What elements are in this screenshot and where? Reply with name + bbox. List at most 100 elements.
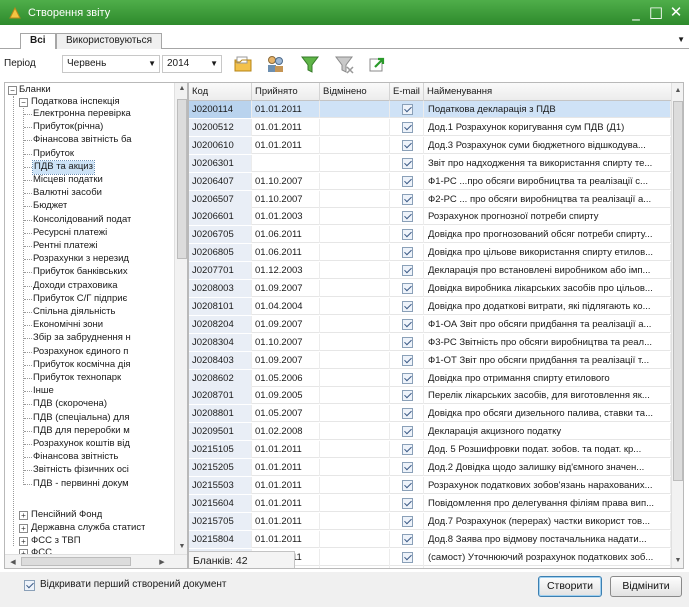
table-row[interactable]: J0215503 01.01.2011 Розрахунок податкових … (189, 476, 673, 494)
tree-item[interactable]: ПДВ - первинні докум (33, 478, 129, 491)
email-checkbox[interactable] (402, 479, 413, 491)
tree-group-stat[interactable]: Державна служба статист (31, 522, 145, 535)
scroll-up-icon[interactable]: ▲ (672, 87, 683, 94)
expand-icon[interactable]: + (19, 537, 28, 546)
open-first-checkbox[interactable] (24, 580, 35, 591)
tree-item[interactable]: Прибуток(річна) (33, 121, 103, 134)
create-button[interactable]: Створити (538, 576, 602, 597)
email-checkbox[interactable] (402, 175, 413, 187)
minimize-button[interactable]: _ (627, 2, 645, 22)
email-checkbox[interactable] (402, 265, 413, 277)
tree-item[interactable]: Консолідований подат (33, 214, 131, 227)
tree-item[interactable]: Бюджет (33, 200, 67, 213)
email-checkbox[interactable] (402, 515, 413, 527)
tree-item[interactable]: Розрахунки з нерезид (33, 253, 129, 266)
scroll-up-icon[interactable]: ▲ (175, 85, 187, 92)
table-row[interactable]: J0215205 01.01.2011 Дод.2 Довідка щодо зал… (189, 459, 673, 476)
table-row[interactable]: J0200114 01.01.2011 Податкова декларація з… (189, 101, 673, 118)
column-code[interactable]: Код (189, 83, 252, 101)
forms-grid[interactable]: Код Прийнято Відмінено E-mail Найменуван… (188, 82, 684, 569)
table-row[interactable]: J0215804 01.01.2011 Дод.8 Заява про відмов… (189, 530, 673, 548)
chevron-down-icon[interactable]: ▼ (677, 35, 685, 44)
tree-item[interactable]: ПДВ для переробки м (33, 425, 130, 438)
table-row[interactable]: J0208204 01.09.2007 Ф1-ОА Звіт про обсяги … (189, 315, 673, 333)
tree-item[interactable]: Прибуток (33, 148, 74, 161)
collapse-icon[interactable]: − (8, 86, 17, 95)
table-row[interactable]: J0206507 01.10.2007 Ф2-РС ... про обсяги в… (189, 190, 673, 208)
tree-item[interactable]: ПДВ (спеціальна) для (33, 412, 129, 425)
scroll-thumb[interactable] (21, 557, 131, 566)
email-checkbox[interactable] (402, 247, 413, 259)
table-row[interactable]: J0215604 01.01.2011 Повідомлення про делег… (189, 494, 673, 512)
filter-icon[interactable] (298, 53, 322, 75)
tree-item[interactable]: Розрахунок єдиного п (33, 346, 128, 359)
tree-item[interactable]: Місцеві податки (33, 174, 103, 187)
email-checkbox[interactable] (402, 426, 413, 438)
table-row[interactable]: J0208403 01.09.2007 Ф1-ОТ Звіт про обсяги … (189, 351, 673, 369)
scroll-thumb[interactable] (177, 99, 187, 259)
grid-vertical-scrollbar[interactable]: ▲ ▼ (671, 83, 683, 568)
table-row[interactable]: J0200610 01.01.2011 Дод.3 Розрахунок суми … (189, 136, 673, 154)
scroll-right-icon[interactable]: ▶ (155, 558, 169, 566)
tree-item-selected[interactable]: ПДВ та акциз (32, 159, 95, 175)
email-checkbox[interactable] (402, 229, 413, 241)
month-select[interactable]: Червень ▼ (62, 55, 160, 73)
table-row[interactable]: J0206601 01.01.2003 Розрахунок прогнозної … (189, 208, 673, 226)
table-row[interactable]: J0208801 01.05.2007 Довідка про обсяги диз… (189, 405, 673, 423)
email-checkbox[interactable] (402, 336, 413, 348)
cancel-button[interactable]: Відмінити (610, 576, 682, 597)
tree-item[interactable]: Фінансова звітність (33, 451, 118, 464)
tree-item[interactable]: Прибуток космічна дія (33, 359, 131, 372)
export-arrow-icon[interactable] (366, 53, 390, 75)
table-row[interactable]: J0208602 01.05.2006 Довідка про отримання … (189, 369, 673, 387)
table-row[interactable]: J0209501 01.02.2008 Декларація акцизного п… (189, 423, 673, 441)
table-row[interactable]: J0208003 01.09.2007 Довідка виробника ліка… (189, 280, 673, 297)
tree-item[interactable]: Збір за забруднення н (33, 332, 131, 345)
column-email[interactable]: E-mail (390, 83, 424, 101)
table-row[interactable]: J0206407 01.10.2007 Ф1-РС ...про обсяги ви… (189, 172, 673, 190)
column-canceled[interactable]: Відмінено (320, 83, 390, 101)
table-row[interactable]: J0215705 01.01.2011 Дод.7 Розрахунок (пере… (189, 512, 673, 530)
scroll-down-icon[interactable]: ▼ (175, 543, 187, 550)
email-checkbox[interactable] (402, 390, 413, 402)
tree-item[interactable]: Спільна діяльність (33, 306, 115, 319)
tree-item[interactable]: Доходи страховика (33, 280, 118, 293)
email-checkbox[interactable] (402, 139, 413, 151)
tree-item[interactable]: Інше (33, 385, 54, 398)
tab-used[interactable]: Використовуються (56, 33, 163, 49)
table-row[interactable]: J0206705 01.06.2011 Довідка про прогнозова… (189, 226, 673, 244)
tree-item[interactable]: Звітність фізичних осі (33, 464, 129, 477)
email-checkbox[interactable] (402, 211, 413, 223)
collapse-icon[interactable]: − (19, 98, 28, 107)
tree-item[interactable]: Розрахунок коштів від (33, 438, 130, 451)
email-checkbox[interactable] (402, 121, 413, 133)
expand-icon[interactable]: + (19, 524, 28, 533)
filter-clear-icon[interactable] (332, 53, 356, 75)
close-button[interactable]: ✕ (667, 2, 685, 22)
table-row[interactable]: J0200512 01.01.2011 Дод.1 Розрахунок кориг… (189, 118, 673, 136)
tree-item[interactable]: Ресурсні платежі (33, 227, 107, 240)
maximize-button[interactable]: □ (647, 2, 665, 22)
email-checkbox[interactable] (402, 372, 413, 384)
category-tree[interactable]: − Бланки − Податкова інспекція Електронн… (4, 82, 188, 569)
tree-item[interactable]: Електронна перевірка (33, 108, 131, 121)
email-checkbox[interactable] (402, 497, 413, 509)
tree-item[interactable]: Рентні платежі (33, 240, 97, 253)
table-row[interactable]: J0208101 01.04.2004 Довідка про додаткові … (189, 297, 673, 315)
email-checkbox[interactable] (402, 462, 413, 473)
email-checkbox[interactable] (402, 283, 413, 294)
tree-item[interactable]: ПДВ (скорочена) (33, 398, 107, 411)
email-checkbox[interactable] (402, 533, 413, 545)
tree-item[interactable]: Прибуток банківських (33, 266, 128, 279)
table-row[interactable]: J0206805 01.06.2011 Довідка про цільове ви… (189, 244, 673, 262)
email-checkbox[interactable] (402, 104, 413, 115)
tree-vertical-scrollbar[interactable]: ▲ ▼ (174, 83, 187, 554)
tree-group-pension[interactable]: Пенсійний Фонд (31, 509, 102, 522)
email-checkbox[interactable] (402, 551, 413, 563)
year-select[interactable]: 2014 ▼ (162, 55, 222, 73)
people-icon[interactable] (264, 53, 288, 75)
table-row[interactable]: J0208701 01.09.2005 Перелік лікарських зас… (189, 387, 673, 405)
open-folder-icon[interactable] (232, 53, 256, 75)
tree-item[interactable]: Прибуток С/Г підприє (33, 293, 127, 306)
email-checkbox[interactable] (402, 408, 413, 420)
